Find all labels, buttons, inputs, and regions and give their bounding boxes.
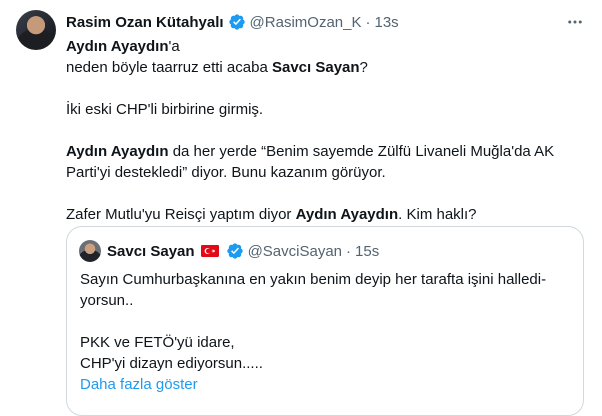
body-text-segment: Zafer Mutlu'yu Reisçi yaptım diyor [66,206,296,223]
quoted-tweet-body: Sayın Cumhurbaşkanına en yakın benim dey… [80,269,575,395]
quoted-line-2: PKK ve FETÖ'yü idare, [80,334,235,351]
mention-text: Aydın Ayaydın [66,143,169,160]
mention-text: Savcı Sayan [271,59,360,76]
body-text-segment: ? [359,59,368,76]
mention-text: Aydın Ayaydın [295,206,399,223]
tweet-paragraph-3: Aydın Ayaydın da her yerde “Benim sayemd… [66,141,586,183]
quoted-line-3: CHP'yi dizayn ediyorsun..... [80,355,263,372]
tweet-body: Aydın Ayaydın'a neden böyle taarruz etti … [66,36,586,225]
mention-text: Aydın Ayaydın [66,38,169,55]
turkey-flag-icon [200,245,219,257]
quoted-tweet-header: Savcı Sayan @SavciSayan · 15s [107,240,379,262]
tweet-paragraph-4: Zafer Mutlu'yu Reisçi yaptım diyor Aydın… [66,204,586,225]
quoted-tweet-time[interactable]: 15s [355,243,379,260]
author-name[interactable]: Rasim Ozan Kütahyalı [66,14,224,31]
quoted-author-name[interactable]: Savcı Sayan [107,243,195,260]
tweet[interactable]: Rasim Ozan Kütahyalı @RasimOzan_K · 13s … [0,0,602,416]
tweet-time[interactable]: 13s [374,14,398,31]
quoted-line-1: Sayın Cumhurbaşkanına en yakın benim dey… [80,271,547,309]
tweet-header: Rasim Ozan Kütahyalı @RasimOzan_K · 13s [66,12,399,32]
verified-badge-icon [226,243,243,259]
body-text-segment: . Kim haklı? [398,206,477,223]
separator-dot: · [346,242,352,260]
quoted-author-avatar[interactable] [79,240,101,262]
verified-badge-icon [228,14,245,30]
body-text-segment: neden böyle taarruz etti acaba [66,59,272,76]
author-avatar[interactable] [16,10,56,50]
quoted-author-handle[interactable]: @SavciSayan [248,243,342,260]
quoted-tweet[interactable]: Savcı Sayan @SavciSayan · 15s Sayın Cumh… [66,226,584,416]
more-options-icon[interactable] [566,13,584,31]
tweet-paragraph-1: Aydın Ayaydın'a neden böyle taarruz etti … [66,36,586,78]
show-more-link[interactable]: Daha fazla göster [80,374,575,395]
body-text-segment: 'a [168,38,180,55]
separator-dot: · [365,13,371,31]
tweet-paragraph-2: İki eski CHP'li birbirine girmiş. [66,101,264,118]
author-handle[interactable]: @RasimOzan_K [250,14,362,31]
